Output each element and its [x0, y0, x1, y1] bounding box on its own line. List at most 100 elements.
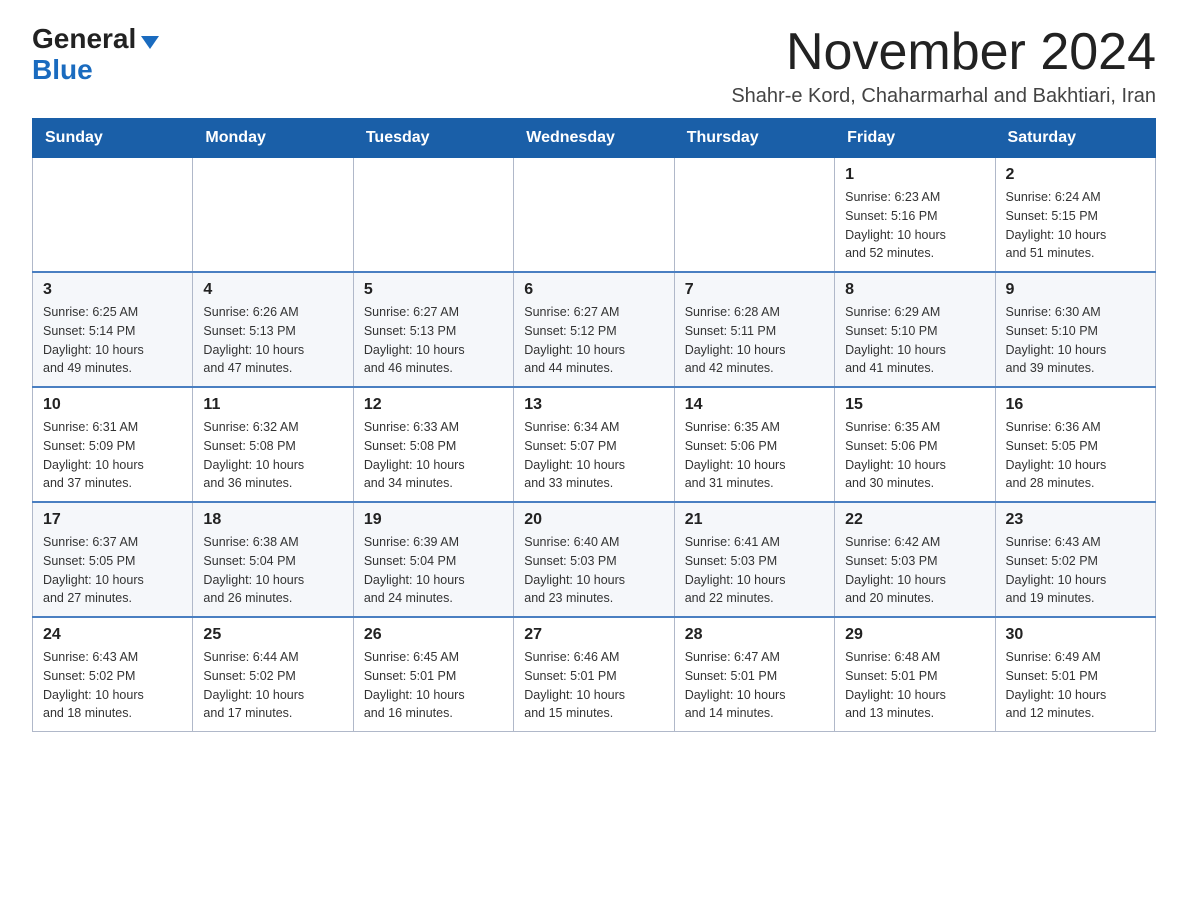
- day-info: Sunrise: 6:26 AMSunset: 5:13 PMDaylight:…: [203, 303, 342, 378]
- calendar-cell: 26 Sunrise: 6:45 AMSunset: 5:01 PMDayligh…: [353, 617, 513, 732]
- calendar-cell: [353, 158, 513, 273]
- day-info: Sunrise: 6:39 AMSunset: 5:04 PMDaylight:…: [364, 533, 503, 608]
- day-info: Sunrise: 6:33 AMSunset: 5:08 PMDaylight:…: [364, 418, 503, 493]
- day-number: 17: [43, 511, 182, 529]
- day-number: 6: [524, 281, 663, 299]
- day-info: Sunrise: 6:48 AMSunset: 5:01 PMDaylight:…: [845, 648, 984, 723]
- calendar-cell: 6 Sunrise: 6:27 AMSunset: 5:12 PMDaylight…: [514, 272, 674, 387]
- day-number: 22: [845, 511, 984, 529]
- calendar-cell: [514, 158, 674, 273]
- calendar-cell: 15 Sunrise: 6:35 AMSunset: 5:06 PMDayligh…: [835, 387, 995, 502]
- calendar-cell: 22 Sunrise: 6:42 AMSunset: 5:03 PMDayligh…: [835, 502, 995, 617]
- day-info: Sunrise: 6:23 AMSunset: 5:16 PMDaylight:…: [845, 188, 984, 263]
- calendar-cell: 3 Sunrise: 6:25 AMSunset: 5:14 PMDaylight…: [33, 272, 193, 387]
- day-info: Sunrise: 6:42 AMSunset: 5:03 PMDaylight:…: [845, 533, 984, 608]
- day-info: Sunrise: 6:37 AMSunset: 5:05 PMDaylight:…: [43, 533, 182, 608]
- calendar-cell: 10 Sunrise: 6:31 AMSunset: 5:09 PMDayligh…: [33, 387, 193, 502]
- calendar-cell: 9 Sunrise: 6:30 AMSunset: 5:10 PMDaylight…: [995, 272, 1155, 387]
- calendar-table: SundayMondayTuesdayWednesdayThursdayFrid…: [32, 118, 1156, 732]
- day-number: 8: [845, 281, 984, 299]
- logo-blue: Blue: [32, 55, 93, 86]
- day-info: Sunrise: 6:41 AMSunset: 5:03 PMDaylight:…: [685, 533, 824, 608]
- logo-arrow-icon: [141, 36, 159, 49]
- day-info: Sunrise: 6:25 AMSunset: 5:14 PMDaylight:…: [43, 303, 182, 378]
- calendar-cell: 12 Sunrise: 6:33 AMSunset: 5:08 PMDayligh…: [353, 387, 513, 502]
- calendar-cell: 21 Sunrise: 6:41 AMSunset: 5:03 PMDayligh…: [674, 502, 834, 617]
- calendar-cell: 16Sunrise: 6:36 AMSunset: 5:05 PMDayligh…: [995, 387, 1155, 502]
- location-title: Shahr-e Kord, Chaharmarhal and Bakhtiari…: [731, 85, 1156, 108]
- calendar-cell: [193, 158, 353, 273]
- calendar-cell: 8 Sunrise: 6:29 AMSunset: 5:10 PMDaylight…: [835, 272, 995, 387]
- weekday-header-row: SundayMondayTuesdayWednesdayThursdayFrid…: [33, 119, 1156, 158]
- calendar-cell: 2 Sunrise: 6:24 AMSunset: 5:15 PMDaylight…: [995, 158, 1155, 273]
- day-number: 7: [685, 281, 824, 299]
- day-number: 13: [524, 396, 663, 414]
- day-info: Sunrise: 6:49 AMSunset: 5:01 PMDaylight:…: [1006, 648, 1145, 723]
- calendar-cell: 20Sunrise: 6:40 AMSunset: 5:03 PMDayligh…: [514, 502, 674, 617]
- calendar-cell: 5 Sunrise: 6:27 AMSunset: 5:13 PMDaylight…: [353, 272, 513, 387]
- header: General Blue November 2024 Shahr-e Kord,…: [32, 24, 1156, 108]
- week-row-4: 17 Sunrise: 6:37 AMSunset: 5:05 PMDayligh…: [33, 502, 1156, 617]
- day-number: 1: [845, 166, 984, 184]
- month-title: November 2024: [731, 24, 1156, 81]
- day-info: Sunrise: 6:36 AMSunset: 5:05 PMDaylight:…: [1006, 418, 1145, 493]
- calendar-cell: 25 Sunrise: 6:44 AMSunset: 5:02 PMDayligh…: [193, 617, 353, 732]
- calendar-cell: 23 Sunrise: 6:43 AMSunset: 5:02 PMDayligh…: [995, 502, 1155, 617]
- weekday-header-saturday: Saturday: [995, 119, 1155, 158]
- day-info: Sunrise: 6:29 AMSunset: 5:10 PMDaylight:…: [845, 303, 984, 378]
- day-number: 29: [845, 626, 984, 644]
- day-number: 2: [1006, 166, 1145, 184]
- day-number: 19: [364, 511, 503, 529]
- calendar-cell: 18Sunrise: 6:38 AMSunset: 5:04 PMDayligh…: [193, 502, 353, 617]
- day-number: 14: [685, 396, 824, 414]
- day-number: 27: [524, 626, 663, 644]
- day-number: 9: [1006, 281, 1145, 299]
- weekday-header-sunday: Sunday: [33, 119, 193, 158]
- calendar-cell: 29 Sunrise: 6:48 AMSunset: 5:01 PMDayligh…: [835, 617, 995, 732]
- weekday-header-thursday: Thursday: [674, 119, 834, 158]
- day-number: 20: [524, 511, 663, 529]
- calendar-cell: 11 Sunrise: 6:32 AMSunset: 5:08 PMDayligh…: [193, 387, 353, 502]
- day-number: 18: [203, 511, 342, 529]
- calendar-cell: 30Sunrise: 6:49 AMSunset: 5:01 PMDayligh…: [995, 617, 1155, 732]
- day-number: 11: [203, 396, 342, 414]
- day-info: Sunrise: 6:24 AMSunset: 5:15 PMDaylight:…: [1006, 188, 1145, 263]
- day-info: Sunrise: 6:43 AMSunset: 5:02 PMDaylight:…: [1006, 533, 1145, 608]
- day-number: 23: [1006, 511, 1145, 529]
- calendar-cell: 19 Sunrise: 6:39 AMSunset: 5:04 PMDayligh…: [353, 502, 513, 617]
- day-number: 3: [43, 281, 182, 299]
- day-number: 25: [203, 626, 342, 644]
- day-info: Sunrise: 6:47 AMSunset: 5:01 PMDaylight:…: [685, 648, 824, 723]
- day-number: 5: [364, 281, 503, 299]
- week-row-2: 3 Sunrise: 6:25 AMSunset: 5:14 PMDaylight…: [33, 272, 1156, 387]
- day-number: 12: [364, 396, 503, 414]
- day-number: 28: [685, 626, 824, 644]
- calendar-cell: 13 Sunrise: 6:34 AMSunset: 5:07 PMDayligh…: [514, 387, 674, 502]
- day-number: 10: [43, 396, 182, 414]
- day-number: 15: [845, 396, 984, 414]
- calendar-cell: 7Sunrise: 6:28 AMSunset: 5:11 PMDaylight…: [674, 272, 834, 387]
- day-number: 26: [364, 626, 503, 644]
- day-info: Sunrise: 6:35 AMSunset: 5:06 PMDaylight:…: [845, 418, 984, 493]
- day-info: Sunrise: 6:31 AMSunset: 5:09 PMDaylight:…: [43, 418, 182, 493]
- day-info: Sunrise: 6:43 AMSunset: 5:02 PMDaylight:…: [43, 648, 182, 723]
- day-info: Sunrise: 6:32 AMSunset: 5:08 PMDaylight:…: [203, 418, 342, 493]
- day-info: Sunrise: 6:27 AMSunset: 5:12 PMDaylight:…: [524, 303, 663, 378]
- day-info: Sunrise: 6:30 AMSunset: 5:10 PMDaylight:…: [1006, 303, 1145, 378]
- logo: General Blue: [32, 24, 159, 86]
- day-info: Sunrise: 6:46 AMSunset: 5:01 PMDaylight:…: [524, 648, 663, 723]
- day-info: Sunrise: 6:44 AMSunset: 5:02 PMDaylight:…: [203, 648, 342, 723]
- title-block: November 2024 Shahr-e Kord, Chaharmarhal…: [731, 24, 1156, 108]
- day-info: Sunrise: 6:27 AMSunset: 5:13 PMDaylight:…: [364, 303, 503, 378]
- day-info: Sunrise: 6:45 AMSunset: 5:01 PMDaylight:…: [364, 648, 503, 723]
- day-number: 24: [43, 626, 182, 644]
- day-info: Sunrise: 6:34 AMSunset: 5:07 PMDaylight:…: [524, 418, 663, 493]
- logo-general: General: [32, 24, 136, 55]
- weekday-header-wednesday: Wednesday: [514, 119, 674, 158]
- week-row-1: 1 Sunrise: 6:23 AMSunset: 5:16 PMDaylight…: [33, 158, 1156, 273]
- weekday-header-monday: Monday: [193, 119, 353, 158]
- calendar-cell: [33, 158, 193, 273]
- calendar-cell: 24 Sunrise: 6:43 AMSunset: 5:02 PMDayligh…: [33, 617, 193, 732]
- calendar-cell: 1 Sunrise: 6:23 AMSunset: 5:16 PMDaylight…: [835, 158, 995, 273]
- day-number: 21: [685, 511, 824, 529]
